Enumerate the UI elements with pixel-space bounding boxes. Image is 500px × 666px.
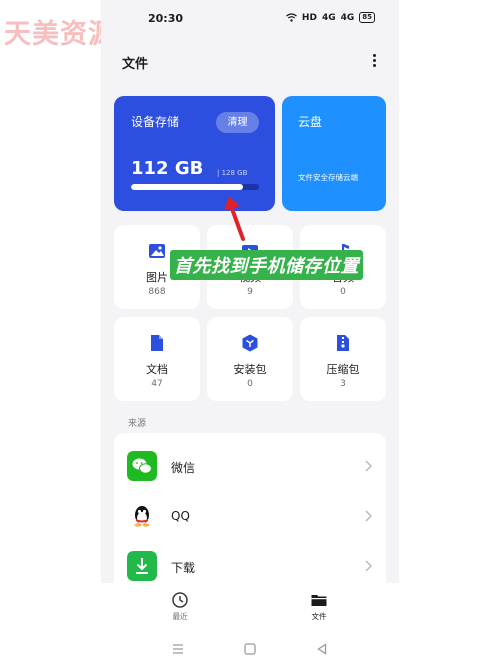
annotation-arrow-icon xyxy=(224,196,245,241)
nav-tab-files[interactable]: 文件 xyxy=(289,591,349,622)
top-bar: 文件 xyxy=(101,48,399,74)
source-item-wechat[interactable]: 微信 xyxy=(114,441,386,491)
signal-icon-2: 4G xyxy=(340,12,355,23)
status-icons: HD 4G 4G 85 xyxy=(286,12,375,23)
storage-progress-fill xyxy=(131,184,243,190)
source-item-qq[interactable]: QQ xyxy=(114,491,386,541)
storage-progress-bar xyxy=(131,184,259,190)
cloud-desc: 文件安全存储云端 xyxy=(298,173,358,182)
more-options-icon[interactable] xyxy=(367,52,381,70)
category-name: 压缩包 xyxy=(326,363,360,376)
nav-tab-recent[interactable]: 最近 xyxy=(150,591,210,622)
clean-button[interactable]: 清理 xyxy=(216,112,259,133)
category-tile-documents[interactable]: 文档 47 xyxy=(114,317,200,401)
image-icon xyxy=(149,244,165,258)
zip-icon xyxy=(337,335,349,351)
clock-icon xyxy=(172,592,188,608)
source-name: 微信 xyxy=(171,461,196,475)
category-name: 文档 xyxy=(146,363,168,376)
status-time: 20:30 xyxy=(148,12,184,25)
storage-label: 设备存储 xyxy=(131,115,180,129)
category-count: 47 xyxy=(151,379,163,389)
qq-icon xyxy=(134,506,150,527)
category-count: 0 xyxy=(247,379,253,389)
document-icon xyxy=(151,335,163,351)
source-name: 下载 xyxy=(171,561,196,575)
page-title: 文件 xyxy=(122,57,149,72)
package-icon xyxy=(242,334,258,352)
back-icon[interactable] xyxy=(315,642,329,656)
source-name: QQ xyxy=(171,509,190,523)
nav-label-recent: 最近 xyxy=(172,612,188,621)
wechat-icon xyxy=(127,451,157,481)
sources-section-label: 来源 xyxy=(128,419,147,429)
download-icon xyxy=(127,551,157,581)
network-badge: HD xyxy=(301,12,317,23)
system-navigation-bar xyxy=(101,633,399,666)
bottom-navigation: 最近 文件 xyxy=(101,583,399,633)
tutorial-caption: 首先找到手机储存位置 xyxy=(170,250,363,280)
chevron-right-icon xyxy=(365,460,372,472)
category-count: 0 xyxy=(340,287,346,297)
wifi-icon xyxy=(286,13,297,22)
storage-used: 112 GB xyxy=(131,158,204,179)
nav-label-files: 文件 xyxy=(311,612,327,621)
category-count: 3 xyxy=(340,379,346,389)
home-icon[interactable] xyxy=(243,642,257,656)
chevron-right-icon xyxy=(365,560,372,572)
sources-list: 微信 QQ 下载 xyxy=(114,433,386,593)
cloud-drive-card[interactable]: 云盘 文件安全存储云端 xyxy=(282,96,386,211)
battery-icon: 85 xyxy=(359,12,375,23)
category-count: 868 xyxy=(148,287,166,297)
menu-icon[interactable] xyxy=(171,642,185,656)
signal-icon-1: 4G xyxy=(321,12,336,23)
chevron-right-icon xyxy=(365,510,372,522)
status-bar: 20:30 HD 4G 4G 85 xyxy=(101,8,399,28)
category-name: 安装包 xyxy=(233,363,267,376)
phone-screen: 20:30 HD 4G 4G 85 文件 设备存储 清理 112 GB | 12… xyxy=(101,0,399,666)
folder-icon xyxy=(311,595,327,606)
category-count: 9 xyxy=(247,287,253,297)
storage-total: | 128 GB xyxy=(217,169,248,177)
category-tile-packages[interactable]: 安装包 0 xyxy=(207,317,293,401)
cloud-label: 云盘 xyxy=(298,115,323,129)
category-tile-archives[interactable]: 压缩包 3 xyxy=(300,317,386,401)
